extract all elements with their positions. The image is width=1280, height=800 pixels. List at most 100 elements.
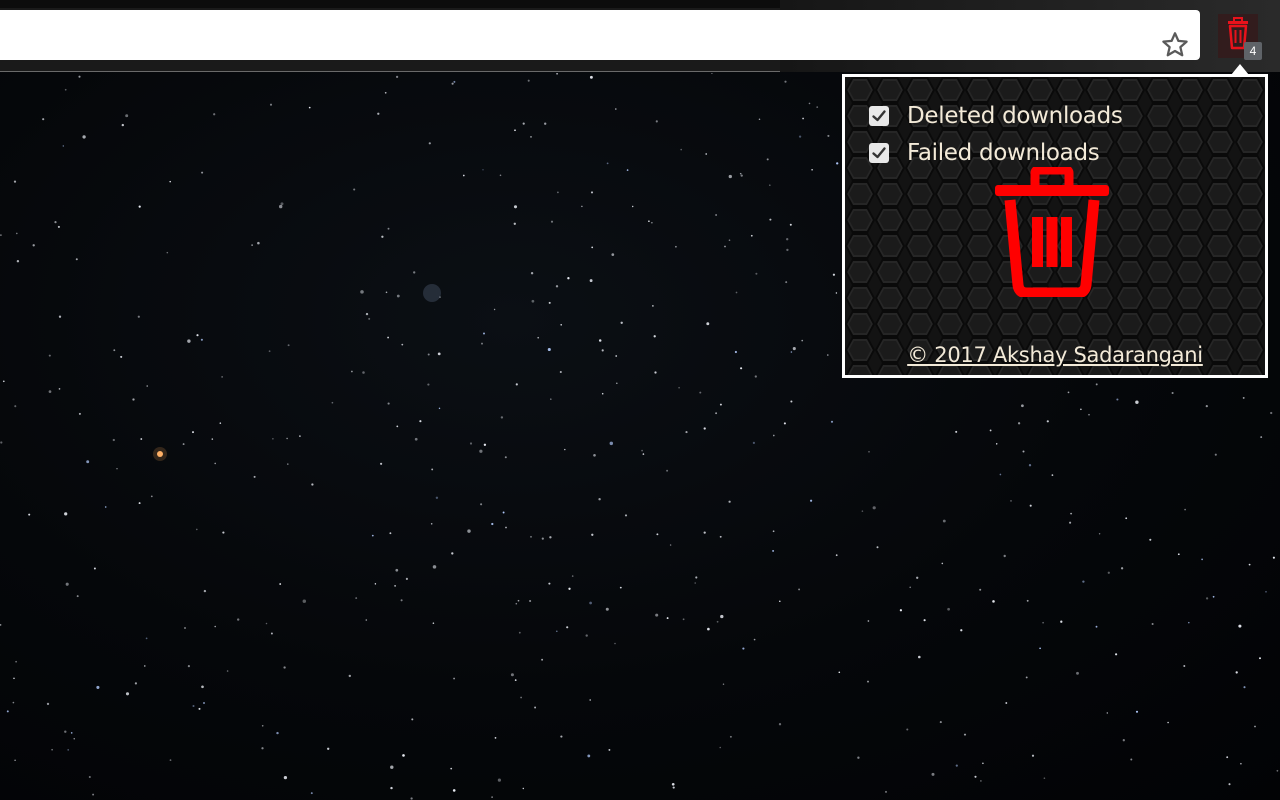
star-dot [1243,686,1246,689]
star-dot [585,634,588,637]
star-dot [705,153,708,155]
star-dot [308,106,311,109]
star-outline-icon[interactable] [1160,30,1190,60]
star-dot [729,735,732,738]
star-dot [104,506,107,508]
star-dot [1135,400,1139,404]
star-dot [427,383,430,386]
browser-window: 4 Deleted downloads Failed downloads © 2… [0,0,1280,800]
star-dot [631,205,634,208]
star-dot [680,148,682,151]
address-bar[interactable] [0,10,1200,62]
star-dot [999,473,1002,476]
star-dot [493,308,496,311]
star-dot [203,589,207,593]
star-dot [360,290,364,294]
star-dot [666,469,669,472]
star-dot [86,460,90,464]
checkbox-failed-downloads[interactable] [869,143,889,163]
star-dot [198,707,201,710]
star-dot [867,680,869,683]
star-dot [387,336,390,339]
star-dot [1235,671,1238,674]
star-dot [548,301,551,304]
checkbox-deleted-downloads[interactable] [869,106,889,126]
star-dot [798,135,802,138]
star-dot [513,222,516,225]
star-dot [884,790,888,793]
star-dot [261,725,264,727]
star-dot [801,339,804,342]
star-dot [1183,665,1186,667]
star-dot [96,685,100,689]
star-dot [1254,725,1256,728]
star-dot [899,609,903,612]
star-dot [534,706,537,709]
star-dot [78,75,81,78]
star-dot [453,80,456,83]
star-dot [505,526,507,529]
star-dot [916,576,919,579]
star-dot [1080,408,1082,411]
star-dot [591,246,594,249]
star-dot [265,622,268,625]
star-dot [1238,624,1242,628]
star-dot [371,534,374,537]
star-dot [703,427,706,430]
star-dot [1106,712,1109,714]
star-dot [724,245,726,248]
author-link[interactable]: © 2017 Akshay Sadarangani [907,343,1203,367]
star-dot [556,630,558,632]
star-dot [1171,391,1174,395]
star-dot [750,234,753,237]
star-dot [909,586,911,589]
trash-icon[interactable] [993,167,1111,297]
star-dot [140,438,143,440]
star-dot [1115,653,1118,656]
star-dot [672,786,675,789]
star-dot [365,312,369,316]
star-dot [58,315,62,318]
star-dot [222,531,225,534]
star-dot [78,412,81,415]
star-dot [400,599,403,602]
star-dot [1265,590,1267,593]
star-dot [121,123,124,127]
star-dot [1039,647,1041,650]
star-dot [1067,391,1070,394]
star-dot [1022,450,1025,453]
star-dot [1095,625,1098,628]
star-dot [16,232,18,235]
bright-star-glow [153,447,167,461]
option-deleted-downloads[interactable]: Deleted downloads [869,101,1123,131]
star-dot [283,775,288,780]
star-dot [214,462,217,465]
star-dot [480,503,483,506]
star-dot [867,620,870,622]
star-dot [560,324,562,326]
star-dot [832,273,836,276]
star-dot [253,475,256,478]
star-dot [772,434,775,437]
star-dot [13,180,17,183]
star-dot [279,583,282,585]
star-dot [414,437,418,441]
star-dot [735,291,738,294]
star-dot [395,75,399,79]
star-dot [559,370,562,374]
star-dot [872,506,876,510]
star-dot [125,114,129,118]
star-dot [269,103,273,106]
star-dot [270,632,273,635]
address-input[interactable] [12,10,1146,62]
star-dot [1259,657,1261,660]
star-dot [1088,413,1090,416]
star-dot [286,437,288,440]
star-dot [707,627,710,631]
star-dot [1120,567,1124,570]
star-dot [1188,621,1190,624]
star-dot [615,355,618,357]
option-failed-downloads[interactable]: Failed downloads [869,138,1100,168]
star-dot [14,759,16,761]
star-dot [396,425,399,428]
